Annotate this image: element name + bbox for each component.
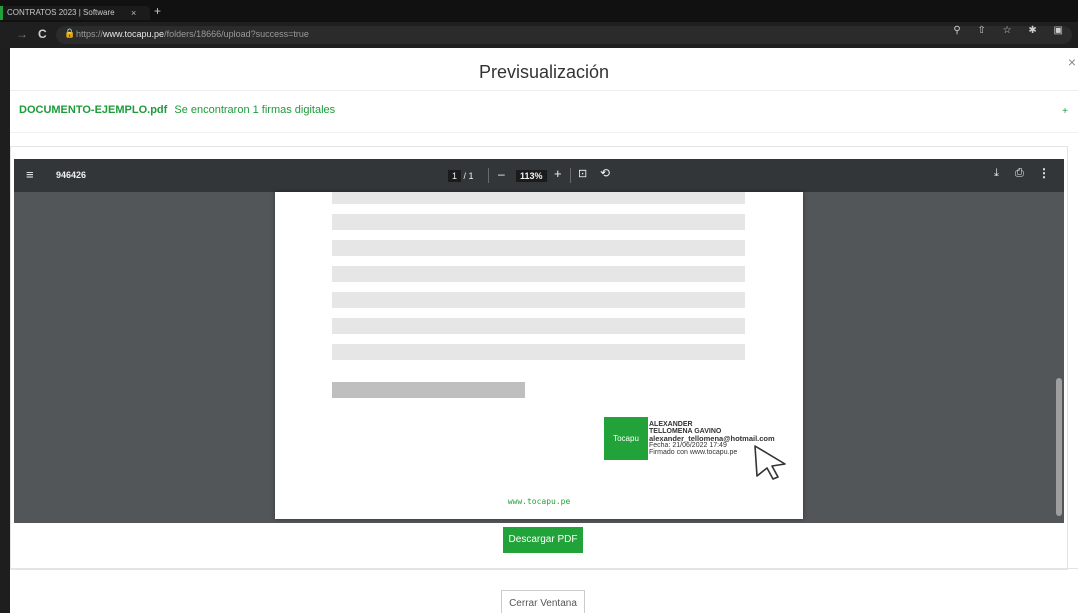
pdf-toolbar: ≡ 946426 1 / 1 – 113% + ⊡ ⟲ ⤓ ⎙ ⋮ <box>14 159 1064 192</box>
pdf-doc-title: 946426 <box>56 170 87 180</box>
text-line-placeholder <box>332 344 745 360</box>
rotate-icon[interactable]: ⟲ <box>600 166 610 180</box>
tab-close-icon[interactable]: × <box>131 6 136 20</box>
tab-title: CONTRATOS 2023 | Software <box>7 8 115 17</box>
print-icon[interactable]: ⎙ <box>1015 167 1024 180</box>
browser-tab-bar: CONTRATOS 2023 | Software × + <box>0 0 1078 22</box>
toolbar-separator <box>570 168 571 183</box>
text-line-placeholder <box>332 382 525 398</box>
zoom-out-button[interactable]: – <box>498 167 505 181</box>
scrollbar[interactable] <box>1056 192 1062 523</box>
divider <box>10 90 1078 91</box>
document-info: DOCUMENTO-EJEMPLO.pdf Se encontraron 1 f… <box>19 104 335 116</box>
forward-arrow-icon[interactable]: → <box>16 27 28 41</box>
text-line-placeholder <box>332 266 745 282</box>
scrollbar-thumb[interactable] <box>1056 378 1062 516</box>
reload-icon[interactable]: C <box>38 27 47 41</box>
pdf-page: Tocapu ALEXANDER TELLOMENA GAVINO alexan… <box>275 192 803 519</box>
more-vert-icon[interactable]: ⋮ <box>1038 166 1050 180</box>
text-line-placeholder <box>332 240 745 256</box>
signature-stamp: Tocapu <box>604 417 648 460</box>
download-pdf-button[interactable]: Descargar PDF <box>503 527 583 553</box>
pdf-viewer[interactable]: ≡ 946426 1 / 1 – 113% + ⊡ ⟲ ⤓ ⎙ ⋮ Tocapu… <box>14 159 1064 523</box>
url-text[interactable]: https://www.tocapu.pe/folders/18666/uplo… <box>76 29 309 39</box>
download-icon[interactable]: ⤓ <box>994 167 999 180</box>
browser-address-bar: → C 🔒 https://www.tocapu.pe/folders/1866… <box>0 22 1078 48</box>
page-total: / 1 <box>463 171 474 181</box>
expand-icon[interactable]: + <box>1062 106 1068 117</box>
preview-modal: Previsualización × DOCUMENTO-EJEMPLO.pdf… <box>10 48 1078 613</box>
url-prefix: https:// <box>76 29 104 39</box>
close-window-button[interactable]: Cerrar Ventana <box>501 590 585 613</box>
browser-action-icons[interactable]: ⚲ ⇧ ☆ ✱ ▣ <box>953 25 1070 36</box>
signer-name-line1: ALEXANDER <box>649 421 693 428</box>
zoom-in-button[interactable]: + <box>554 166 562 181</box>
divider <box>10 568 1078 569</box>
text-line-placeholder <box>332 192 745 204</box>
divider <box>10 132 1078 133</box>
text-line-placeholder <box>332 214 745 230</box>
hamburger-icon[interactable]: ≡ <box>26 167 34 182</box>
modal-title: Previsualización <box>478 62 610 82</box>
new-tab-button[interactable]: + <box>154 4 161 18</box>
close-icon[interactable]: × <box>1068 54 1076 70</box>
page-indicator: 1 / 1 <box>448 170 474 182</box>
mouse-cursor-icon <box>754 445 786 480</box>
toolbar-separator <box>488 168 489 183</box>
page-footer-url: www.tocapu.pe <box>507 497 571 506</box>
text-line-placeholder <box>332 292 745 308</box>
fit-page-icon[interactable]: ⊡ <box>578 167 587 180</box>
lock-icon: 🔒 <box>64 28 76 38</box>
signer-email: alexander_tellomena@hotmail.com <box>649 434 775 443</box>
screen: CONTRATOS 2023 | Software × + → C 🔒 http… <box>0 0 1078 613</box>
url-domain: www.tocapu.pe <box>103 29 165 39</box>
url-field[interactable]: 🔒 https://www.tocapu.pe/folders/18666/up… <box>56 26 1072 44</box>
text-line-placeholder <box>332 318 745 334</box>
document-name: DOCUMENTO-EJEMPLO.pdf <box>19 104 168 116</box>
browser-tab[interactable]: CONTRATOS 2023 | Software × <box>0 6 150 20</box>
signatures-found-text: Se encontraron 1 firmas digitales <box>174 104 336 116</box>
url-path: /folders/18666/upload?success=true <box>164 29 309 39</box>
page-number-input[interactable]: 1 <box>448 170 462 182</box>
zoom-level[interactable]: 113% <box>516 170 547 182</box>
